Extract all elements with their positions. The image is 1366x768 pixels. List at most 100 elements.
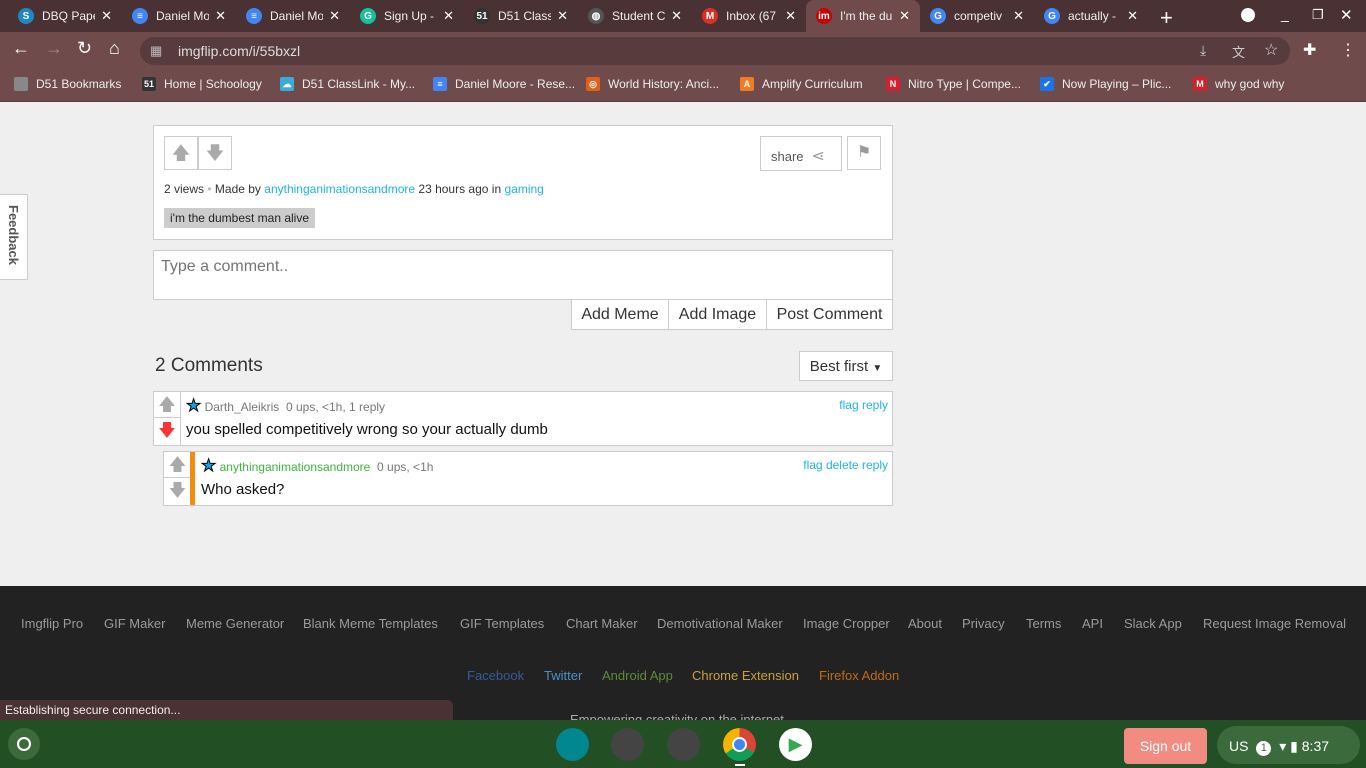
footer-link[interactable]: About: [908, 616, 942, 631]
post-comment-button[interactable]: Post Comment: [766, 299, 893, 330]
bookmark-item[interactable]: 51 Home | Schoology: [142, 77, 262, 91]
site-info-icon[interactable]: ▦: [150, 43, 162, 59]
browser-tab[interactable]: S DBQ Paper ✕: [8, 0, 122, 32]
bookmark-item[interactable]: N Nitro Type | Compe...: [886, 77, 1021, 91]
footer-link[interactable]: Privacy: [962, 616, 1005, 631]
close-tab-icon[interactable]: ✕: [329, 8, 340, 24]
new-tab-button[interactable]: +: [1160, 5, 1173, 31]
reply-link[interactable]: reply: [862, 458, 888, 472]
bookmark-item[interactable]: ☁ D51 ClassLink - My...: [280, 77, 415, 91]
footer-link[interactable]: Terms: [1026, 616, 1061, 631]
close-tab-icon[interactable]: ✕: [443, 8, 454, 24]
footer-link[interactable]: Meme Generator: [186, 616, 284, 631]
comment-upvote[interactable]: 🡅: [164, 452, 191, 478]
close-tab-icon[interactable]: ✕: [557, 8, 568, 24]
back-icon[interactable]: ←: [12, 38, 30, 59]
close-tab-icon[interactable]: ✕: [101, 8, 112, 24]
flag-button[interactable]: ⚑: [847, 136, 881, 170]
upvote-button[interactable]: 🡅: [164, 136, 198, 170]
home-icon[interactable]: ⌂: [109, 38, 120, 59]
comment-author[interactable]: anythinganimationsandmore: [220, 460, 371, 474]
close-tab-icon[interactable]: ✕: [899, 8, 910, 24]
camera-app-icon[interactable]: [667, 728, 700, 761]
footer-link[interactable]: Blank Meme Templates: [303, 616, 438, 631]
system-tray[interactable]: US 1 ▾ ▮ 8:37: [1217, 726, 1360, 764]
bookmark-item[interactable]: ◎ World History: Anci...: [586, 77, 719, 91]
comment-author[interactable]: Darth_Aleikris: [205, 400, 280, 414]
tab-search-icon[interactable]: [1241, 8, 1255, 22]
tab-favicon: ≡: [132, 8, 148, 24]
browser-tab[interactable]: ◍ Student C ✕: [578, 0, 692, 32]
install-icon[interactable]: ⤓: [1200, 42, 1206, 59]
stream-link[interactable]: gaming: [504, 182, 543, 196]
share-button[interactable]: share ⋖: [760, 136, 842, 171]
add-image-button[interactable]: Add Image: [668, 299, 767, 330]
bookmark-item[interactable]: ✔ Now Playing – Plic...: [1040, 77, 1171, 91]
close-window-button[interactable]: ✕: [1340, 6, 1353, 24]
play-store-icon[interactable]: ▶: [779, 728, 812, 761]
flag-link[interactable]: flag: [839, 398, 858, 412]
arduino-app-icon[interactable]: [556, 728, 589, 761]
reload-icon[interactable]: ↻: [77, 38, 92, 59]
footer-social-link[interactable]: Android App: [602, 668, 673, 683]
browser-tab[interactable]: ≡ Daniel Moore ✕: [122, 0, 236, 32]
comment-upvote[interactable]: 🡅: [154, 392, 180, 418]
browser-tab[interactable]: M Inbox (67 ✕: [692, 0, 806, 32]
footer-social-link[interactable]: Firefox Addon: [819, 668, 899, 683]
browser-tab[interactable]: ≡ Daniel Moore ✕: [236, 0, 350, 32]
downvote-button[interactable]: 🡇: [198, 136, 232, 170]
camera-app-icon[interactable]: [611, 728, 644, 761]
browser-tab[interactable]: Gcompetiv ✕: [920, 0, 1034, 32]
comment-count: 2 Comments: [155, 355, 263, 376]
launcher-button[interactable]: [8, 728, 40, 760]
chrome-app-icon[interactable]: [723, 728, 756, 761]
bookmark-item[interactable]: A Amplify Curriculum: [740, 77, 863, 91]
add-meme-button[interactable]: Add Meme: [571, 299, 669, 330]
comment-downvote[interactable]: 🡇: [154, 418, 180, 447]
browser-tab[interactable]: im I'm the du ✕: [806, 0, 920, 32]
star-icon[interactable]: ☆: [1264, 40, 1278, 60]
browser-tab[interactable]: Gactually - ✕: [1034, 0, 1148, 32]
close-tab-icon[interactable]: ✕: [1013, 8, 1024, 24]
footer-link[interactable]: Slack App: [1124, 616, 1182, 631]
address-bar[interactable]: imgflip.com/i/55bxzl: [140, 37, 1290, 65]
footer-social-link[interactable]: Facebook: [467, 668, 524, 683]
translate-icon[interactable]: 文: [1232, 42, 1245, 61]
close-tab-icon[interactable]: ✕: [1127, 8, 1138, 24]
post-tag[interactable]: i'm the dumbest man alive: [164, 208, 316, 228]
minimize-button[interactable]: _: [1281, 6, 1289, 22]
footer-link[interactable]: Request Image Removal: [1203, 616, 1346, 631]
footer-link[interactable]: Imgflip Pro: [21, 616, 83, 631]
close-tab-icon[interactable]: ✕: [785, 8, 796, 24]
bookmark-item[interactable]: Mwhy god why: [1193, 77, 1284, 91]
delete-link[interactable]: delete: [826, 458, 859, 472]
footer-link[interactable]: GIF Templates: [460, 616, 544, 631]
author-link[interactable]: anythinganimationsandmore: [264, 182, 415, 196]
browser-tab[interactable]: 51 D51 Class ✕: [464, 0, 578, 32]
bookmark-item[interactable]: ≡ Daniel Moore - Rese...: [433, 77, 575, 91]
reply-link[interactable]: reply: [862, 398, 888, 412]
sort-select[interactable]: Best first ▼: [799, 351, 893, 381]
comment-downvote[interactable]: 🡇: [164, 478, 191, 507]
footer-social-link[interactable]: Twitter: [544, 668, 582, 683]
maximize-button[interactable]: ❐: [1312, 7, 1324, 23]
share-icon: ⋖: [811, 148, 825, 165]
forward-icon[interactable]: →: [45, 38, 63, 59]
sign-out-button[interactable]: Sign out: [1124, 728, 1207, 764]
footer-link[interactable]: Image Cropper: [803, 616, 890, 631]
extensions-icon[interactable]: ✚: [1303, 40, 1316, 60]
flag-link[interactable]: flag: [803, 458, 822, 472]
bookmark-item[interactable]: D51 Bookmarks: [14, 77, 121, 91]
footer-link[interactable]: GIF Maker: [104, 616, 165, 631]
menu-icon[interactable]: ⋮: [1340, 40, 1356, 60]
close-tab-icon[interactable]: ✕: [215, 8, 226, 24]
footer-link[interactable]: API: [1082, 616, 1103, 631]
bookmark-icon: [14, 77, 28, 91]
comment-input[interactable]: [153, 250, 893, 300]
footer-link[interactable]: Chart Maker: [566, 616, 638, 631]
browser-tab[interactable]: G Sign Up - ✕: [350, 0, 464, 32]
footer-social-link[interactable]: Chrome Extension: [692, 668, 799, 683]
close-tab-icon[interactable]: ✕: [671, 8, 682, 24]
feedback-tab[interactable]: Feedback: [0, 194, 28, 280]
footer-link[interactable]: Demotivational Maker: [657, 616, 783, 631]
